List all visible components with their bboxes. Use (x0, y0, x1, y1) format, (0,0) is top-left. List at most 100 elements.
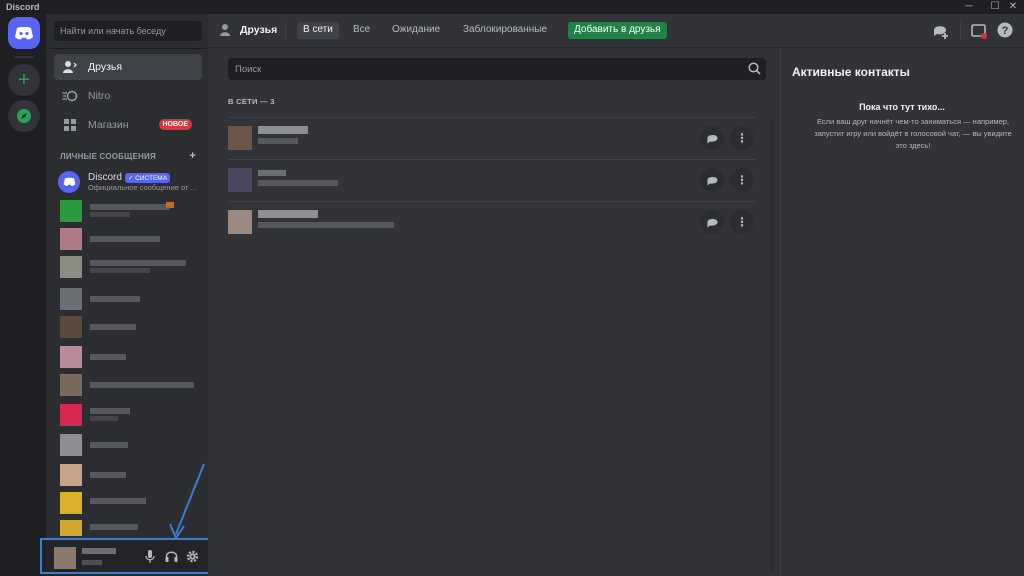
tab-online[interactable]: В сети (297, 22, 339, 39)
inbox-button[interactable] (970, 22, 988, 40)
friend-row[interactable] (228, 204, 756, 242)
more-options-button[interactable]: ⋮ (730, 126, 754, 150)
list-item[interactable] (56, 286, 202, 314)
minimize-button[interactable]: ─ (958, 0, 980, 14)
create-dm-button[interactable]: + (189, 150, 196, 162)
chat-bubble-icon (707, 218, 717, 227)
svg-text:?: ? (1002, 25, 1009, 37)
avatar (60, 256, 82, 278)
list-item[interactable] (56, 254, 202, 282)
avatar (228, 168, 252, 192)
app-title: Discord (6, 2, 40, 12)
list-item[interactable] (56, 226, 202, 254)
compass-icon (17, 109, 31, 123)
more-options-button[interactable]: ⋮ (730, 210, 754, 234)
new-chat-icon (934, 26, 948, 39)
active-now-title: Активные контакты (792, 65, 910, 79)
sidebar-item-label: Друзья (88, 61, 123, 73)
tab-blocked[interactable]: Заблокированные (457, 22, 553, 39)
sidebar-divider (46, 48, 208, 49)
friends-search-input[interactable]: Поиск (228, 58, 766, 80)
title-bar: Discord ─ ☐ ✕ (0, 0, 1024, 14)
page-title: Друзья (240, 24, 278, 36)
row-divider (228, 159, 756, 160)
annotation-arrow-icon (169, 463, 205, 540)
list-item[interactable] (56, 402, 202, 430)
more-options-button[interactable]: ⋮ (730, 168, 754, 192)
plus-icon: + (18, 68, 30, 91)
avatar (60, 374, 82, 396)
highlight-box (40, 538, 216, 574)
list-item[interactable] (56, 372, 202, 400)
blurred-name (90, 260, 186, 266)
sidebar-item-label: Nitro (88, 90, 111, 102)
avatar (60, 520, 82, 536)
chat-bubble-icon (707, 134, 717, 143)
header-divider (285, 22, 286, 40)
add-server-button[interactable]: + (8, 64, 40, 96)
list-item[interactable] (56, 344, 202, 372)
blurred-name (258, 210, 318, 218)
dm-search-input[interactable]: Найти или начать беседу (54, 21, 202, 41)
blurred-detail (166, 202, 174, 208)
tab-pending[interactable]: Ожидание (386, 22, 446, 39)
blurred-name (90, 236, 160, 242)
row-divider (228, 201, 756, 202)
sidebar-item-nitro[interactable]: Nitro (54, 83, 202, 109)
sidebar-item-label: Магазин (88, 119, 129, 131)
avatar (60, 316, 82, 338)
rail-separator (15, 56, 33, 58)
dm-header-label: ЛИЧНЫЕ СООБЩЕНИЯ (60, 152, 156, 161)
avatar (60, 200, 82, 222)
dm-name: Discord (88, 172, 122, 183)
friends-scrollbar[interactable] (770, 120, 774, 570)
avatar (60, 346, 82, 368)
sidebar-item-shop[interactable]: Магазин НОВОЕ (54, 112, 202, 138)
avatar (60, 288, 82, 310)
avatar (60, 434, 82, 456)
friend-row[interactable] (228, 120, 756, 158)
new-group-dm-button[interactable] (932, 22, 950, 40)
explore-servers-button[interactable] (8, 100, 40, 132)
list-item[interactable] (56, 198, 202, 226)
blurred-name (90, 524, 138, 530)
search-icon (748, 62, 761, 80)
blurred-status (90, 212, 130, 217)
more-vertical-icon: ⋮ (736, 173, 748, 187)
more-vertical-icon: ⋮ (736, 131, 748, 145)
dm-subtitle: Официальное сообщение от ... (88, 183, 197, 192)
blurred-name (90, 296, 140, 302)
row-divider (228, 117, 756, 118)
message-button[interactable] (700, 168, 724, 192)
help-button[interactable]: ? (997, 22, 1015, 40)
more-vertical-icon: ⋮ (736, 215, 748, 229)
blurred-name (90, 354, 126, 360)
avatar (60, 404, 82, 426)
blurred-name (90, 442, 128, 448)
home-button[interactable] (8, 17, 40, 49)
system-badge: ✓ СИСТЕМА (124, 172, 171, 183)
blurred-name (90, 498, 146, 504)
discord-avatar (58, 171, 80, 193)
list-item[interactable] (56, 314, 202, 342)
tab-all[interactable]: Все (347, 22, 376, 39)
dm-item-discord[interactable]: Discord ✓ СИСТЕМА Официальное сообщение о… (56, 170, 202, 194)
list-item[interactable] (56, 432, 202, 460)
friends-icon (62, 59, 78, 75)
add-friend-button[interactable]: Добавить в друзья (568, 22, 667, 39)
server-rail: + (0, 14, 46, 576)
blurred-name (90, 204, 170, 210)
message-button[interactable] (700, 210, 724, 234)
avatar (60, 464, 82, 486)
close-button[interactable]: ✕ (1002, 0, 1024, 14)
discord-logo-icon (15, 26, 33, 39)
avatar (60, 492, 82, 514)
sidebar-item-friends[interactable]: Друзья (54, 54, 202, 80)
friend-row[interactable] (228, 162, 756, 200)
header-divider (960, 22, 961, 40)
blurred-name (258, 126, 308, 134)
message-button[interactable] (700, 126, 724, 150)
blurred-status (90, 416, 118, 421)
blurred-name (90, 382, 194, 388)
dm-section-header: ЛИЧНЫЕ СООБЩЕНИЯ + (60, 150, 196, 162)
